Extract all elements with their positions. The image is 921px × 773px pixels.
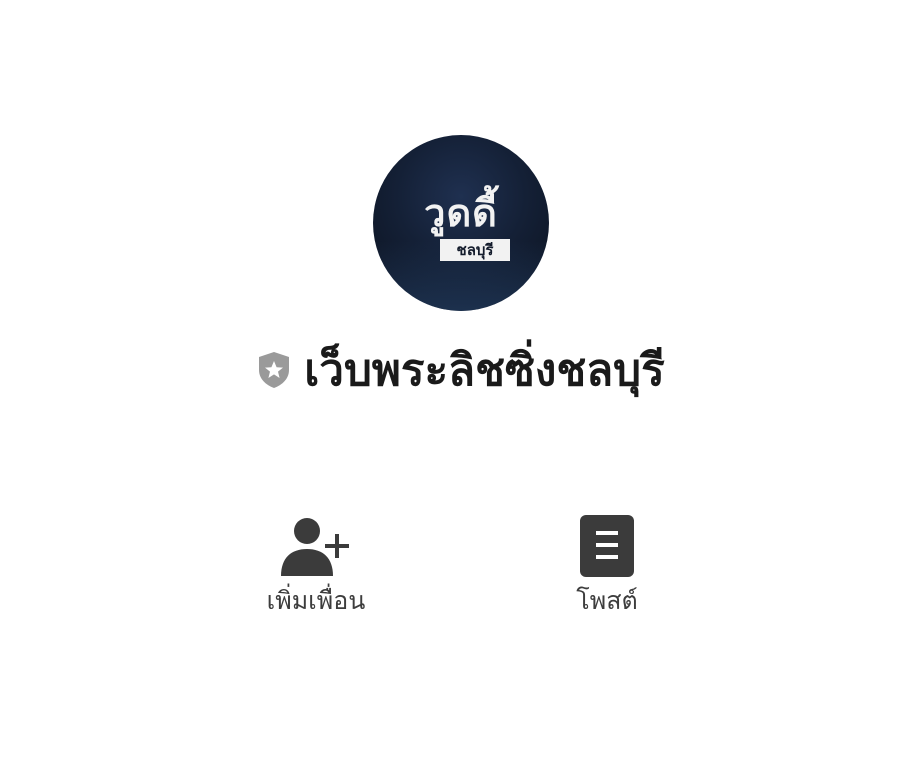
document-icon (580, 515, 634, 577)
add-person-icon (281, 518, 349, 576)
add-friend-button[interactable]: เพิ่มเพื่อน (236, 512, 396, 627)
add-friend-label: เพิ่มเพื่อน (266, 586, 366, 615)
avatar-logo-subtext: ชลบุรี (440, 239, 510, 261)
account-title-row: เว็บพระลิชซิ่งชลบุรี (0, 340, 921, 400)
avatar-logo-text: วูดดี้ (424, 191, 498, 235)
profile-avatar[interactable]: วูดดี้ ชลบุรี (373, 135, 549, 311)
post-button[interactable]: โพสต์ (527, 512, 687, 627)
shield-star-icon (259, 352, 290, 388)
post-label: โพสต์ (576, 586, 638, 615)
account-name: เว็บพระลิชซิ่งชลบุรี (304, 345, 665, 396)
